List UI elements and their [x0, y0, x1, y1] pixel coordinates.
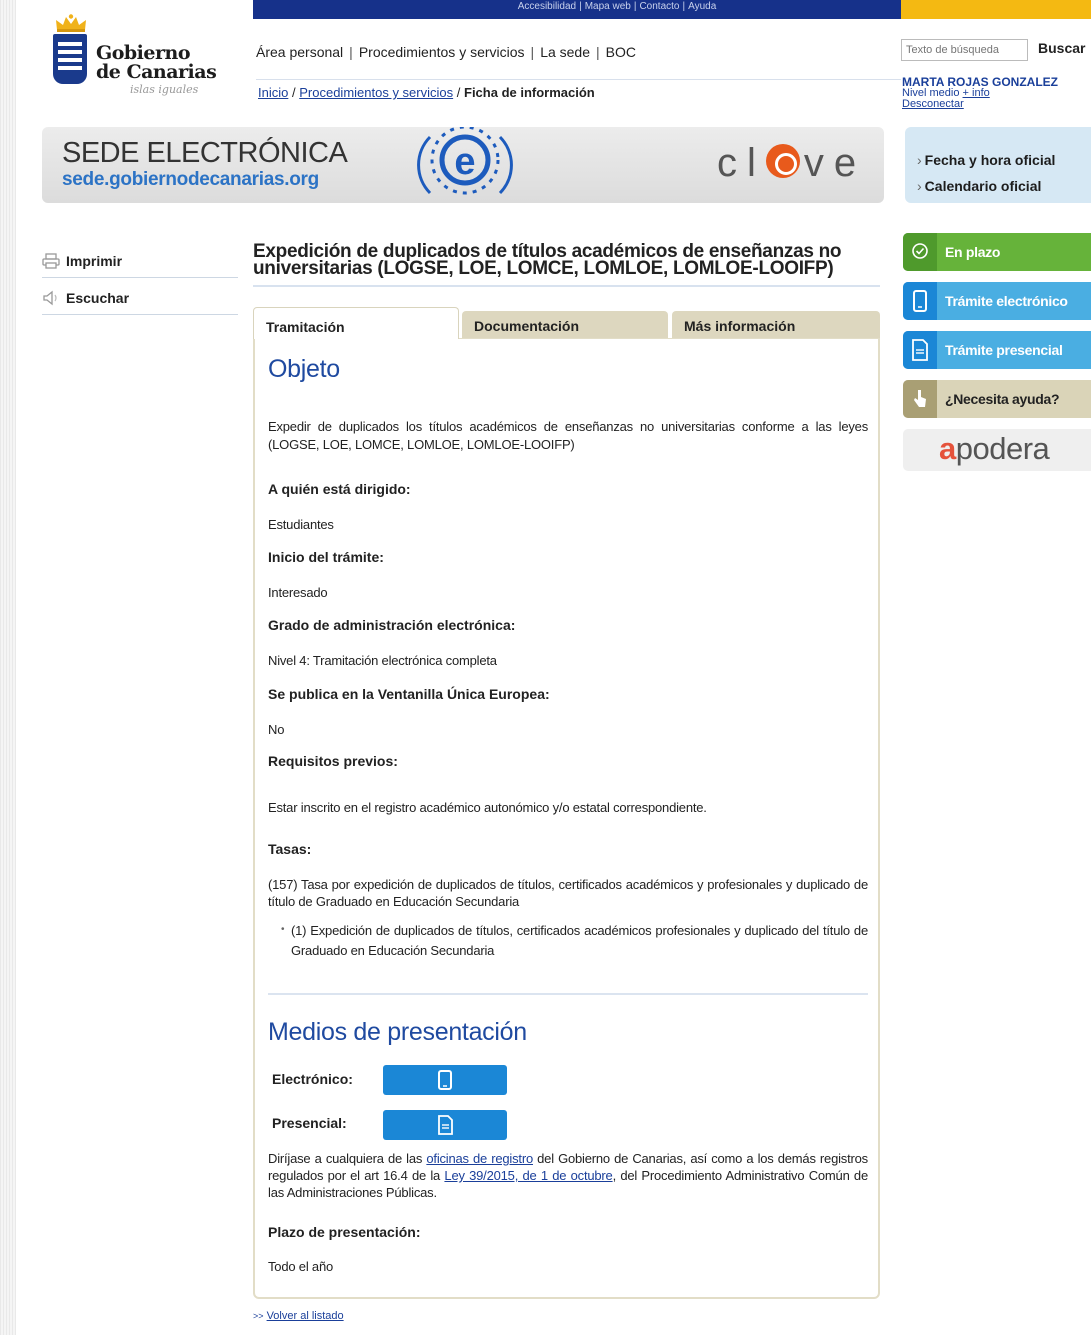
nav-la-sede[interactable]: La sede — [540, 44, 590, 60]
requisitos-value: Estar inscrito en el registro académico … — [268, 800, 707, 815]
inicio-value: Interesado — [268, 585, 328, 600]
search-input[interactable] — [901, 39, 1028, 61]
grado-label: Grado de administración electrónica: — [268, 617, 516, 633]
en-plazo-button[interactable]: En plazo — [903, 233, 1091, 271]
sede-url[interactable]: sede.gobiernodecanarias.org — [62, 169, 319, 191]
clock-check-icon — [912, 243, 928, 259]
main-nav: Área personal | Procedimientos y servicios… — [256, 44, 636, 60]
speaker-icon — [43, 290, 57, 306]
procedure-title: Expedición de duplicados de títulos acad… — [253, 241, 842, 279]
search-button[interactable]: Buscar — [1038, 40, 1085, 56]
user-level-info-link[interactable]: + info — [963, 87, 990, 99]
listen-tool[interactable]: Escuchar — [42, 280, 238, 315]
ventanilla-value: No — [268, 722, 285, 737]
tramite-electronico-side-button[interactable]: Trámite electrónico — [903, 282, 1091, 320]
sede-title: SEDE ELECTRÓNICA — [62, 137, 348, 169]
gobierno-canarias-logo[interactable]: Gobierno de Canarias islas iguales — [50, 14, 220, 96]
ayuda-link[interactable]: Ayuda — [688, 1, 716, 12]
fecha-hora-link[interactable]: › Fecha y hora oficial — [917, 146, 1091, 174]
title-underline — [253, 285, 880, 287]
nav-area-personal[interactable]: Área personal — [256, 44, 343, 60]
plazo-value: Todo el año — [268, 1259, 334, 1274]
document-icon — [912, 339, 928, 361]
official-links-box: › Fecha y hora oficial › Calendario oficia… — [905, 127, 1091, 203]
document-icon — [438, 1115, 453, 1135]
objeto-text: Expedir de duplicados los títulos académ… — [268, 419, 868, 452]
presencial-text: Diríjase a cualquiera de las oficinas de… — [268, 1151, 868, 1200]
section-divider — [268, 993, 868, 995]
back-to-list[interactable]: >> Volver al listado — [253, 1310, 344, 1322]
requisitos-label: Requisitos previos: — [268, 753, 398, 769]
contacto-link[interactable]: Contacto — [639, 1, 679, 12]
objeto-heading: Objeto — [268, 355, 340, 383]
shield-icon — [53, 34, 87, 84]
hand-pointer-icon — [914, 390, 926, 407]
tasas-item: (1) Expedición de duplicados de títulos,… — [281, 920, 868, 961]
tab-documentacion[interactable]: Documentación — [462, 311, 668, 338]
breadcrumb-current: Ficha de información — [464, 85, 595, 100]
e-administracion-icon: e — [417, 127, 513, 195]
plazo-label: Plazo de presentación: — [268, 1224, 421, 1240]
tramitacion-panel: Objeto Expedir de duplicados los títulos… — [253, 338, 880, 1299]
tasas-value: (157) Tasa por expedición de duplicados … — [268, 877, 868, 909]
nav-procedimientos[interactable]: Procedimientos y servicios — [359, 44, 525, 60]
logo-tagline: islas iguales — [130, 83, 199, 96]
logo-title-line2: de Canarias — [96, 61, 217, 83]
breadcrumb-inicio[interactable]: Inicio — [258, 85, 288, 100]
clave-logo[interactable]: cl ve — [717, 141, 866, 186]
dirigido-value: Estudiantes — [268, 517, 334, 532]
print-tool[interactable]: Imprimir — [42, 243, 238, 278]
volver-listado-link[interactable]: Volver al listado — [267, 1310, 344, 1322]
e-letter: e — [454, 141, 475, 183]
tramite-electronico-button[interactable] — [383, 1065, 507, 1095]
medios-heading: Medios de presentación — [268, 1018, 527, 1046]
tab-tramitacion[interactable]: Tramitación — [253, 307, 459, 339]
utility-bar: Accesibilidad | Mapa web | Contacto | Ayuda — [253, 0, 901, 19]
double-chevron-icon: >> — [253, 1311, 264, 1321]
presencial-label: Presencial: — [272, 1115, 347, 1131]
inicio-label: Inicio del trámite: — [268, 549, 384, 565]
calendario-link[interactable]: › Calendario oficial — [917, 172, 1091, 200]
ley-39-2015-link[interactable]: Ley 39/2015, de 1 de octubre — [444, 1168, 612, 1183]
printer-icon — [42, 253, 60, 269]
page-margin — [0, 0, 16, 1335]
crown-icon — [56, 14, 86, 32]
breadcrumb: Inicio / Procedimientos y servicios / Fi… — [258, 85, 595, 100]
grado-value: Nivel 4: Tramitación electrónica complet… — [268, 653, 497, 668]
tramite-presencial-side-button[interactable]: Trámite presencial — [903, 331, 1091, 369]
nav-divider — [256, 79, 901, 80]
ventanilla-label: Se publica en la Ventanilla Única Europe… — [268, 686, 550, 702]
electronico-label: Electrónico: — [272, 1071, 353, 1087]
logout-link[interactable]: Desconectar — [902, 98, 964, 110]
print-label: Imprimir — [66, 253, 123, 269]
mobile-icon — [913, 290, 927, 312]
dirigido-label: A quién está dirigido: — [268, 481, 411, 497]
tramite-presencial-button[interactable] — [383, 1110, 507, 1140]
mobile-icon — [438, 1070, 452, 1090]
user-info: MARTA ROJAS GONZALEZ Nivel medio + info … — [902, 76, 1058, 110]
nav-boc[interactable]: BOC — [606, 44, 636, 60]
tab-mas-informacion[interactable]: Más información — [672, 311, 880, 338]
mapa-web-link[interactable]: Mapa web — [585, 1, 631, 12]
tasas-label: Tasas: — [268, 841, 312, 857]
sede-banner: SEDE ELECTRÓNICA sede.gobiernodecanarias… — [42, 127, 884, 203]
breadcrumb-procedimientos[interactable]: Procedimientos y servicios — [299, 85, 453, 100]
utility-bar-accent — [901, 0, 1091, 19]
apodera-logo[interactable]: apodera — [903, 429, 1091, 471]
listen-label: Escuchar — [66, 290, 130, 306]
page: Accesibilidad | Mapa web | Contacto | Ayuda Go… — [16, 0, 1091, 1335]
oficinas-registro-link[interactable]: oficinas de registro — [426, 1151, 533, 1166]
clave-dot-icon — [765, 144, 800, 178]
accesibilidad-link[interactable]: Accesibilidad — [518, 1, 576, 12]
necesita-ayuda-button[interactable]: ¿Necesita ayuda? — [903, 380, 1091, 418]
